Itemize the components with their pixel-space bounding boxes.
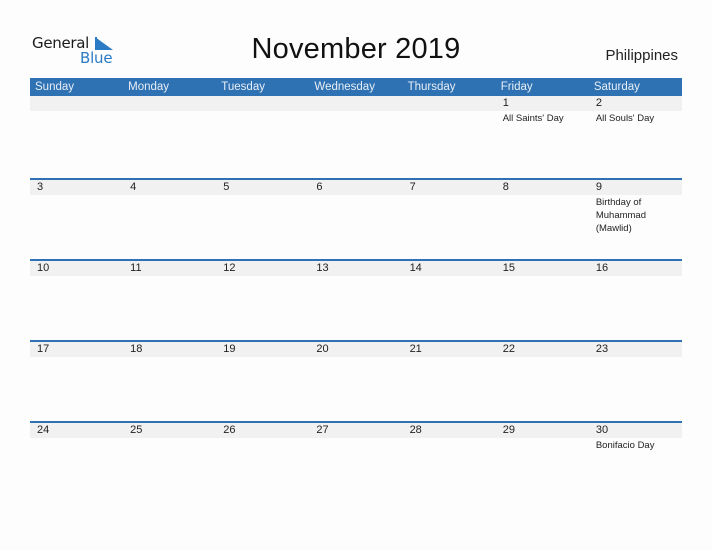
events-row: [30, 357, 682, 358]
weekday-sunday: Sunday: [35, 81, 75, 93]
holiday-label: [309, 195, 402, 235]
holiday-label: [309, 357, 402, 358]
week-row: 1 2 All Saints' Day All Souls' Day: [30, 96, 682, 178]
holiday-label: [496, 276, 589, 277]
holiday-label: [123, 438, 216, 452]
weekday-monday: Monday: [128, 81, 170, 93]
holiday-label: [496, 438, 589, 452]
day-number: 24: [37, 424, 50, 436]
day-number: 4: [130, 181, 137, 193]
day-number: 18: [130, 343, 143, 355]
day-number: 19: [223, 343, 236, 355]
day-number: 20: [316, 343, 329, 355]
holiday-label: [309, 276, 402, 277]
holiday-label: Birthday of Muhammad (Mawlid): [595, 197, 647, 234]
holiday-label: [496, 195, 589, 235]
day-number: 30: [595, 424, 609, 436]
holiday-label: [216, 276, 309, 277]
date-number-row: 1 2: [30, 96, 682, 111]
day-number: 22: [502, 343, 515, 355]
events-row: [30, 276, 682, 277]
day-number: 7: [409, 181, 416, 193]
month-calendar: Sunday Monday Tuesday Wednesday Thursday…: [30, 78, 682, 502]
day-number: 17: [37, 343, 50, 355]
weekday-friday: Friday: [500, 81, 533, 93]
holiday-label: [30, 357, 123, 358]
date-number-row: 10 11 12 13 14 15 16: [30, 261, 682, 276]
weekday-saturday: Saturday: [593, 81, 640, 93]
day-number: 8: [502, 181, 509, 193]
events-row: Bonifacio Day: [30, 438, 682, 452]
day-number: 23: [595, 343, 609, 355]
date-number-row: 3 4 5 6 7 8 9: [30, 180, 682, 195]
day-number: 14: [409, 262, 422, 274]
weekday-header-row: Sunday Monday Tuesday Wednesday Thursday…: [30, 78, 682, 96]
day-number: 16: [595, 262, 609, 274]
holiday-label: Bonifacio Day: [595, 440, 655, 451]
holiday-label: [216, 111, 309, 125]
holiday-label: [589, 276, 682, 277]
week-row: 10 11 12 13 14 15 16: [30, 259, 682, 340]
holiday-label: [589, 357, 682, 358]
holiday-label: [403, 357, 496, 358]
day-number: 27: [316, 424, 329, 436]
holiday-label: [123, 195, 216, 235]
day-number: 26: [223, 424, 236, 436]
weekday-thursday: Thursday: [407, 81, 456, 93]
holiday-label: [30, 195, 123, 235]
holiday-label: [403, 276, 496, 277]
day-number: [216, 96, 309, 111]
day-number: [309, 96, 402, 111]
holiday-label: [403, 195, 496, 235]
holiday-label: [216, 438, 309, 452]
holiday-label: [30, 276, 123, 277]
day-number: 2: [595, 97, 602, 109]
holiday-label: [30, 111, 123, 125]
day-number: 10: [37, 262, 50, 274]
holiday-label: [123, 111, 216, 125]
day-number: 15: [502, 262, 515, 274]
holiday-label: [123, 276, 216, 277]
holiday-label: [30, 438, 123, 452]
week-row: 17 18 19 20 21 22 23: [30, 340, 682, 421]
day-number: 11: [130, 262, 142, 274]
holiday-label: [309, 111, 402, 125]
holiday-label: [403, 111, 496, 125]
week-row: 3 4 5 6 7 8 9 Birthday of Muhammad (Mawl…: [30, 178, 682, 259]
holiday-label: All Saints' Day: [502, 113, 564, 124]
week-row: 24 25 26 27 28 29 30 Bonifacio Day: [30, 421, 682, 502]
holiday-label: [216, 195, 309, 235]
date-number-row: 24 25 26 27 28 29 30: [30, 423, 682, 438]
day-number: [123, 96, 216, 111]
day-number: [30, 96, 123, 111]
day-number: 1: [502, 97, 509, 109]
day-number: 9: [595, 181, 602, 193]
day-number: 13: [316, 262, 329, 274]
day-number: 21: [409, 343, 422, 355]
holiday-label: All Souls' Day: [595, 113, 655, 124]
day-number: 12: [223, 262, 236, 274]
day-number: 3: [37, 181, 44, 193]
day-number: 28: [409, 424, 422, 436]
holiday-label: [123, 357, 216, 358]
holiday-label: [216, 357, 309, 358]
day-number: 6: [316, 181, 323, 193]
day-number: 25: [130, 424, 143, 436]
country-label: Philippines: [605, 47, 678, 64]
holiday-label: [309, 438, 402, 452]
day-number: [403, 96, 496, 111]
day-number: 29: [502, 424, 515, 436]
holiday-label: [496, 357, 589, 358]
date-number-row: 17 18 19 20 21 22 23: [30, 342, 682, 357]
events-row: All Saints' Day All Souls' Day: [30, 111, 682, 125]
weekday-wednesday: Wednesday: [314, 81, 375, 93]
day-number: 5: [223, 181, 230, 193]
weekday-tuesday: Tuesday: [221, 81, 265, 93]
events-row: Birthday of Muhammad (Mawlid): [30, 195, 682, 235]
holiday-label: [403, 438, 496, 452]
